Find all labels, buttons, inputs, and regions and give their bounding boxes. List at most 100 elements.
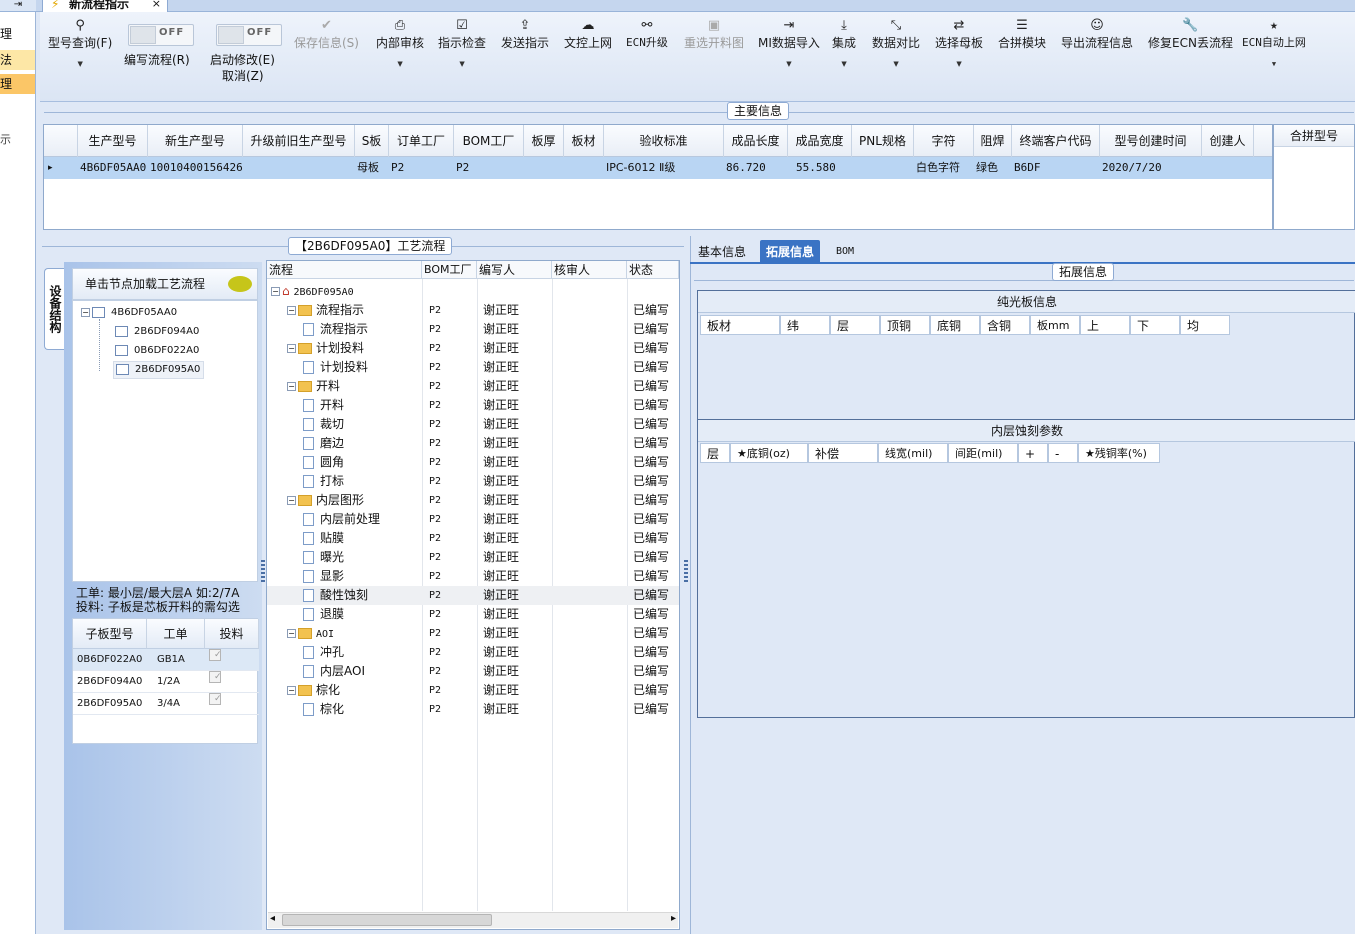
chevron-down-icon[interactable]: ▼ bbox=[48, 59, 112, 69]
column-header[interactable]: 含铜 bbox=[980, 315, 1030, 335]
process-row[interactable]: 内层AOI P2 谢正旺 已编写 bbox=[267, 662, 679, 681]
process-row[interactable]: − 棕化 P2 谢正旺 已编写 bbox=[267, 681, 679, 700]
cell[interactable] bbox=[564, 157, 604, 179]
chevron-down-icon[interactable]: ▼ bbox=[832, 59, 856, 69]
column-header[interactable]: 子板型号 bbox=[73, 619, 147, 649]
collapse-icon[interactable]: − bbox=[287, 382, 296, 391]
column-header[interactable]: 升级前旧生产型号 bbox=[243, 125, 355, 157]
process-row[interactable]: 退膜 P2 谢正旺 已编写 bbox=[267, 605, 679, 624]
column-header[interactable]: 创建人 bbox=[1202, 125, 1254, 157]
process-row[interactable]: 曝光 P2 谢正旺 已编写 bbox=[267, 548, 679, 567]
cell[interactable]: 绿色 bbox=[974, 157, 1012, 179]
tab-extended-info[interactable]: 拓展信息 bbox=[760, 240, 821, 264]
column-header[interactable]: 成品宽度 bbox=[788, 125, 852, 157]
internal-review-button[interactable]: ⎙ 内部审核 ▼ bbox=[376, 18, 424, 69]
doc-upload-button[interactable]: ☁ 文控上网 bbox=[564, 18, 612, 51]
splitter-grip[interactable] bbox=[261, 560, 265, 584]
column-header[interactable]: 阻焊 bbox=[974, 125, 1012, 157]
tab-bom[interactable]: BOM bbox=[830, 240, 860, 264]
process-row[interactable]: 酸性蚀刻 P2 谢正旺 已编写 bbox=[267, 586, 679, 605]
cell[interactable]: 2020/7/20 bbox=[1100, 157, 1202, 179]
column-header[interactable]: 状态 bbox=[627, 261, 679, 279]
chevron-down-icon[interactable]: ▼ bbox=[935, 59, 983, 69]
reselect-cut-chart-button[interactable]: ▣ 重选开料图 bbox=[684, 18, 744, 51]
chevron-down-icon[interactable]: ▼ bbox=[1242, 59, 1306, 69]
node-checkbox[interactable] bbox=[116, 363, 129, 375]
process-row[interactable]: − 内层图形 P2 谢正旺 已编写 bbox=[267, 491, 679, 510]
node-checkbox[interactable] bbox=[115, 344, 128, 356]
export-flow-button[interactable]: ☺ 导出流程信息 bbox=[1061, 18, 1133, 51]
table-row[interactable]: 2B6DF095A0 3/4A ✓ bbox=[73, 693, 259, 715]
merge-module-button[interactable]: ☰ 合拼模块 bbox=[998, 18, 1046, 51]
data-compare-button[interactable]: ⤡ 数据对比 ▼ bbox=[872, 18, 920, 69]
nav-item-active[interactable]: 理 bbox=[0, 74, 35, 94]
column-header[interactable]: 间距(mil) bbox=[948, 443, 1018, 463]
column-header[interactable]: 工单 bbox=[147, 619, 205, 649]
cell[interactable]: IPC-6012 Ⅱ级 bbox=[604, 157, 724, 179]
scroll-right-icon[interactable]: ▸ bbox=[671, 913, 676, 924]
cell[interactable]: 10010400156426 bbox=[148, 157, 243, 179]
column-header[interactable]: 订单工厂 bbox=[389, 125, 454, 157]
column-header[interactable]: 验收标准 bbox=[604, 125, 724, 157]
scroll-left-icon[interactable]: ◂ bbox=[270, 913, 275, 924]
column-header[interactable]: ★残铜率(%) bbox=[1078, 443, 1160, 463]
column-header[interactable]: 型号创建时间 bbox=[1100, 125, 1202, 157]
process-row[interactable]: 磨边 P2 谢正旺 已编写 bbox=[267, 434, 679, 453]
column-header[interactable]: 纬 bbox=[780, 315, 830, 335]
tab-basic-info[interactable]: 基本信息 bbox=[692, 240, 752, 264]
cell[interactable]: B6DF bbox=[1012, 157, 1100, 179]
ecn-upgrade-button[interactable]: ⚯ ECN升级 bbox=[626, 18, 668, 51]
column-header[interactable]: 核审人 bbox=[552, 261, 627, 279]
column-header[interactable]: + bbox=[1018, 443, 1048, 463]
ecn-auto-upload-button[interactable]: ★ ECN自动上网 ▼ bbox=[1242, 18, 1306, 69]
column-header[interactable]: 流程 bbox=[267, 261, 422, 279]
process-row[interactable]: − 计划投料 P2 谢正旺 已编写 bbox=[267, 339, 679, 358]
column-header[interactable]: 投料 bbox=[205, 619, 259, 649]
column-header[interactable]: 上 bbox=[1080, 315, 1130, 335]
cell[interactable]: 86.720 bbox=[724, 157, 788, 179]
nav-item[interactable]: 示 bbox=[0, 130, 35, 150]
cell[interactable] bbox=[243, 157, 355, 179]
mi-import-button[interactable]: ⇥ MI数据导入 ▼ bbox=[758, 18, 820, 69]
feed-checkbox[interactable]: ✓ bbox=[209, 693, 222, 705]
chevron-down-icon[interactable]: ▼ bbox=[758, 59, 820, 69]
splitter-grip[interactable] bbox=[684, 560, 688, 584]
column-header[interactable]: 板材 bbox=[700, 315, 780, 335]
select-mother-board-button[interactable]: ⇄ 选择母板 ▼ bbox=[935, 18, 983, 69]
column-header[interactable]: 均 bbox=[1180, 315, 1230, 335]
process-row[interactable]: 圆角 P2 谢正旺 已编写 bbox=[267, 453, 679, 472]
collapse-icon[interactable]: − bbox=[287, 344, 296, 353]
chat-bubble-icon[interactable] bbox=[228, 276, 252, 292]
column-header[interactable]: BOM工厂 bbox=[422, 261, 477, 279]
column-header[interactable]: 线宽(mil) bbox=[878, 443, 948, 463]
tree-root-row[interactable]: − ⌂ 2B6DF095A0 bbox=[267, 282, 679, 301]
process-row[interactable]: 流程指示 P2 谢正旺 已编写 bbox=[267, 320, 679, 339]
repair-ecn-button[interactable]: 🔧 修复ECN丢流程 bbox=[1148, 18, 1233, 51]
scrollbar-thumb[interactable] bbox=[282, 914, 492, 926]
cell[interactable]: 母板 bbox=[355, 157, 389, 179]
tree-node-root[interactable]: −4B6DF05AA0 bbox=[81, 305, 177, 321]
column-header[interactable]: 终端客户代码 bbox=[1012, 125, 1100, 157]
integrate-button[interactable]: ⤓ 集成 ▼ bbox=[832, 18, 856, 69]
chevron-down-icon[interactable]: ▼ bbox=[872, 59, 920, 69]
column-header[interactable]: 板材 bbox=[564, 125, 604, 157]
column-header[interactable]: BOM工厂 bbox=[454, 125, 524, 157]
cell[interactable] bbox=[524, 157, 564, 179]
collapse-icon[interactable]: − bbox=[287, 629, 296, 638]
cell[interactable] bbox=[1202, 157, 1254, 179]
feed-checkbox[interactable]: ✓ bbox=[209, 649, 222, 661]
process-row[interactable]: − 开料 P2 谢正旺 已编写 bbox=[267, 377, 679, 396]
column-header[interactable]: 底铜 bbox=[930, 315, 980, 335]
column-header[interactable]: 板mm bbox=[1030, 315, 1080, 335]
column-header[interactable]: 层 bbox=[830, 315, 880, 335]
process-row[interactable]: 计划投料 P2 谢正旺 已编写 bbox=[267, 358, 679, 377]
save-info-button[interactable]: ✔ 保存信息(S) bbox=[294, 18, 359, 51]
collapse-icon[interactable]: − bbox=[287, 496, 296, 505]
tree-node[interactable]: 0B6DF022A0 bbox=[115, 343, 199, 359]
process-row[interactable]: 打标 P2 谢正旺 已编写 bbox=[267, 472, 679, 491]
chevron-down-icon[interactable]: ▼ bbox=[376, 59, 424, 69]
column-header[interactable]: 成品长度 bbox=[724, 125, 788, 157]
collapse-icon[interactable]: − bbox=[271, 287, 280, 296]
tab-new-flow-instruction[interactable]: ⚡ 新流程指示 × bbox=[42, 0, 168, 12]
auto-modify-toggle[interactable]: OFF bbox=[216, 24, 282, 46]
